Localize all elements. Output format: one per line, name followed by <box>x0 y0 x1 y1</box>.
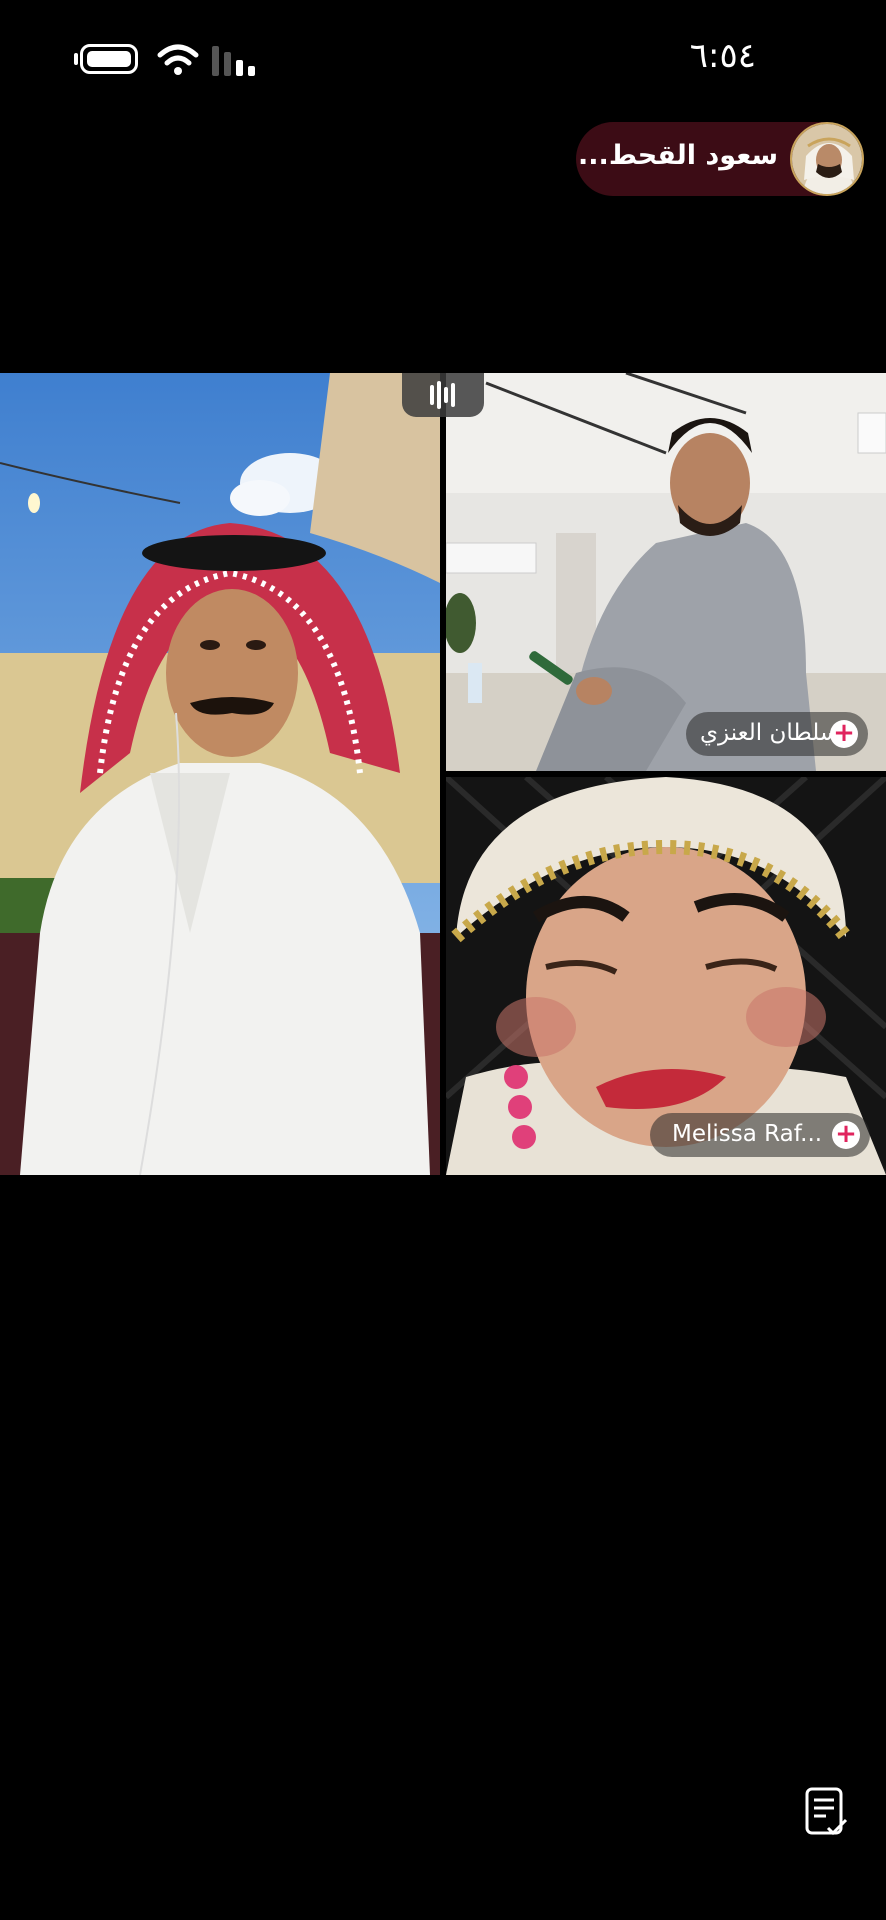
add-icon[interactable]: + <box>830 720 858 748</box>
clock: ٦:٥٤ <box>689 36 756 76</box>
host-avatar[interactable] <box>790 122 864 196</box>
participant-name-tag[interactable]: Melissa Raf... + <box>650 1113 870 1157</box>
add-icon[interactable]: + <box>832 1121 860 1149</box>
video-grid <box>0 373 886 1175</box>
battery-icon <box>80 44 138 74</box>
status-bar: ٦:٥٤ <box>0 0 886 110</box>
audio-wave-icon <box>430 381 455 409</box>
participant-video-left[interactable] <box>0 373 440 1175</box>
host-name: سعود القحط... <box>578 140 778 171</box>
notes-check-icon[interactable] <box>804 1786 848 1838</box>
battery-tip <box>74 53 78 65</box>
cellular-signal-icon <box>212 46 255 76</box>
participant-name-tag[interactable]: سلطان العنزي + <box>686 712 868 756</box>
audio-indicator <box>402 373 484 417</box>
wifi-icon <box>157 44 199 75</box>
participant-name: Melissa Raf... <box>672 1121 823 1147</box>
participant-name: سلطان العنزي <box>700 720 840 746</box>
